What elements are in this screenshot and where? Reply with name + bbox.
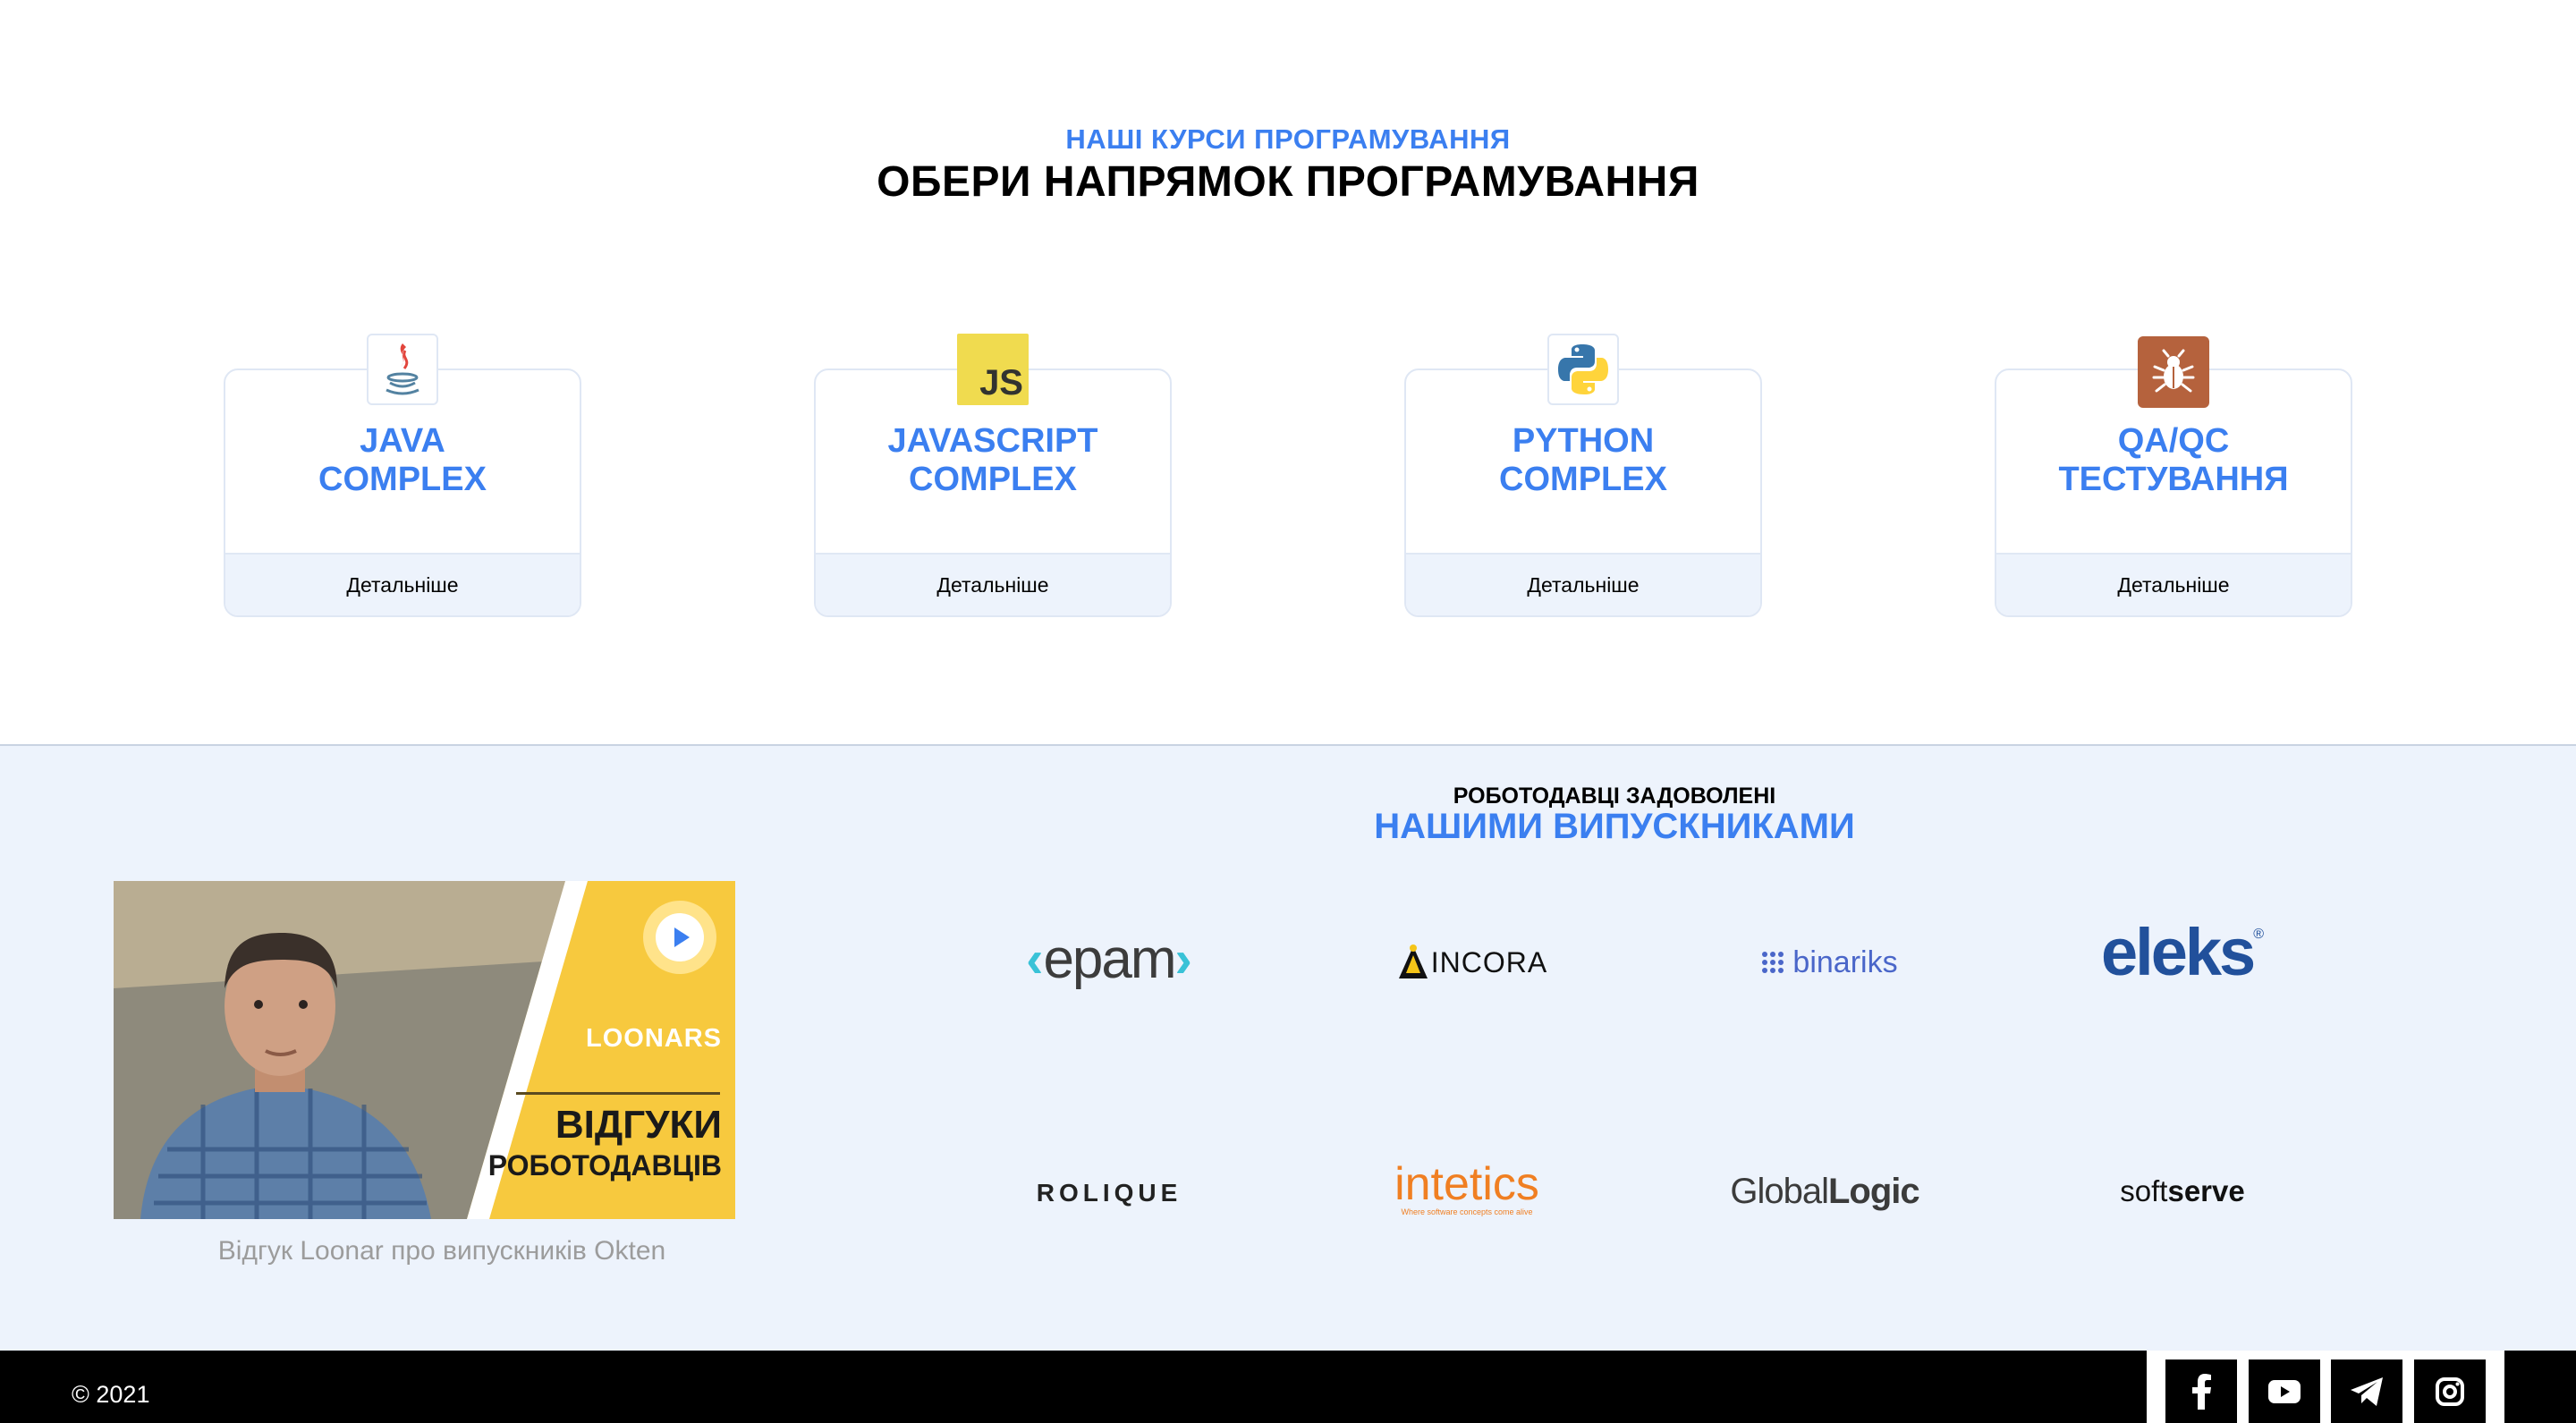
bug-icon xyxy=(2138,336,2209,408)
telegram-icon[interactable] xyxy=(2331,1359,2403,1423)
employers-section: РОБОТОДАВЦІ ЗАДОВОЛЕНІ НАШИМИ ВИПУСКНИКА… xyxy=(0,744,2576,1351)
employer-review-video[interactable]: LOONARS ВІДГУКИ РОБОТОДАВЦІВ xyxy=(114,881,735,1219)
play-icon[interactable] xyxy=(643,901,716,974)
course-title-line1: JAVASCRIPT xyxy=(887,422,1098,460)
intetics-logo: intetics Where software concepts come al… xyxy=(1368,1148,1565,1229)
globallogic-logo-text-a: Global xyxy=(1730,1171,1829,1211)
epam-logo: ‹ epam › xyxy=(1026,927,1192,990)
video-title-line1: ВІДГУКИ xyxy=(555,1103,722,1147)
courses-title: ОБЕРИ НАПРЯМОК ПРОГРАМУВАННЯ xyxy=(877,158,1699,206)
copyright: © 2021 xyxy=(72,1381,150,1408)
javascript-icon: JS xyxy=(957,334,1029,405)
course-title-line1: QA/QC xyxy=(2117,422,2230,460)
social-links xyxy=(2147,1351,2504,1423)
course-card-title: JAVA COMPLEX xyxy=(225,422,580,499)
binariks-logo-text: binariks xyxy=(1792,944,1898,979)
course-card-title: PYTHON COMPLEX xyxy=(1406,422,1760,499)
video-title-line2: РОБОТОДАВЦІВ xyxy=(487,1149,722,1182)
instagram-icon[interactable] xyxy=(2414,1359,2487,1423)
course-title-line2: COMPLEX xyxy=(1499,461,1667,498)
softserve-logo-text-b: serve xyxy=(2167,1174,2245,1207)
incora-logo: INCORA xyxy=(1373,936,1570,989)
globallogic-logo: Global Logic xyxy=(1726,1165,1923,1218)
incora-mark-icon xyxy=(1398,944,1428,978)
details-link[interactable]: Детальніше xyxy=(1996,553,2351,615)
youtube-icon[interactable] xyxy=(2248,1359,2320,1423)
python-icon xyxy=(1547,334,1619,405)
binariks-logo: binariks xyxy=(1735,936,1923,989)
eleks-logo-text: eleks xyxy=(2101,914,2256,989)
binariks-dots-icon xyxy=(1762,952,1784,973)
course-card-javascript[interactable]: JAVASCRIPT COMPLEX Детальніше xyxy=(814,368,1172,617)
courses-section: НАШІ КУРСИ ПРОГРАМУВАННЯ ОБЕРИ НАПРЯМОК … xyxy=(0,0,2576,744)
details-link[interactable]: Детальніше xyxy=(1406,553,1760,615)
javascript-icon-text: JS xyxy=(979,363,1023,402)
course-title-line2: ТЕСТУВАННЯ xyxy=(2058,461,2289,498)
java-icon xyxy=(367,334,438,405)
intetics-logo-text: intetics xyxy=(1394,1158,1539,1210)
course-title-line2: COMPLEX xyxy=(318,461,487,498)
facebook-icon[interactable] xyxy=(2165,1359,2237,1423)
footer: © 2021 xyxy=(0,1351,2576,1423)
eleks-logo: eleks ® xyxy=(2084,915,2281,989)
softserve-logo: soft serve xyxy=(2084,1165,2281,1218)
video-caption: Відгук Loonar про випускників Okten xyxy=(217,1236,666,1266)
employers-title: НАШИМИ ВИПУСКНИКАМИ xyxy=(1374,807,1855,846)
courses-subtitle: НАШІ КУРСИ ПРОГРАМУВАННЯ xyxy=(1065,123,1511,155)
globallogic-logo-text-b: Logic xyxy=(1827,1171,1920,1211)
course-card-python[interactable]: PYTHON COMPLEX Детальніше xyxy=(1404,368,1762,617)
details-link[interactable]: Детальніше xyxy=(816,553,1170,615)
course-card-java[interactable]: JAVA COMPLEX Детальніше xyxy=(224,368,581,617)
intetics-tagline: Where software concepts come alive xyxy=(1401,1207,1533,1216)
course-title-line1: PYTHON xyxy=(1512,422,1655,460)
course-title-line2: COMPLEX xyxy=(909,461,1077,498)
course-card-title: QA/QC ТЕСТУВАННЯ xyxy=(1996,422,2351,499)
rolique-logo-text: ROLIQUE xyxy=(1036,1179,1182,1207)
softserve-logo-text-a: soft xyxy=(2120,1174,2168,1207)
details-link[interactable]: Детальніше xyxy=(225,553,580,615)
incora-logo-text: INCORA xyxy=(1430,945,1548,978)
epam-logo-text: epam xyxy=(1043,927,1176,990)
employers-subtitle: РОБОТОДАВЦІ ЗАДОВОЛЕНІ xyxy=(1453,783,1776,809)
eleks-registered-mark: ® xyxy=(2253,927,2264,942)
rolique-logo: ROLIQUE xyxy=(1002,1166,1216,1220)
video-brand: LOONARS xyxy=(586,1024,722,1053)
course-title-line1: JAVA xyxy=(360,422,445,460)
course-card-title: JAVASCRIPT COMPLEX xyxy=(816,422,1170,499)
